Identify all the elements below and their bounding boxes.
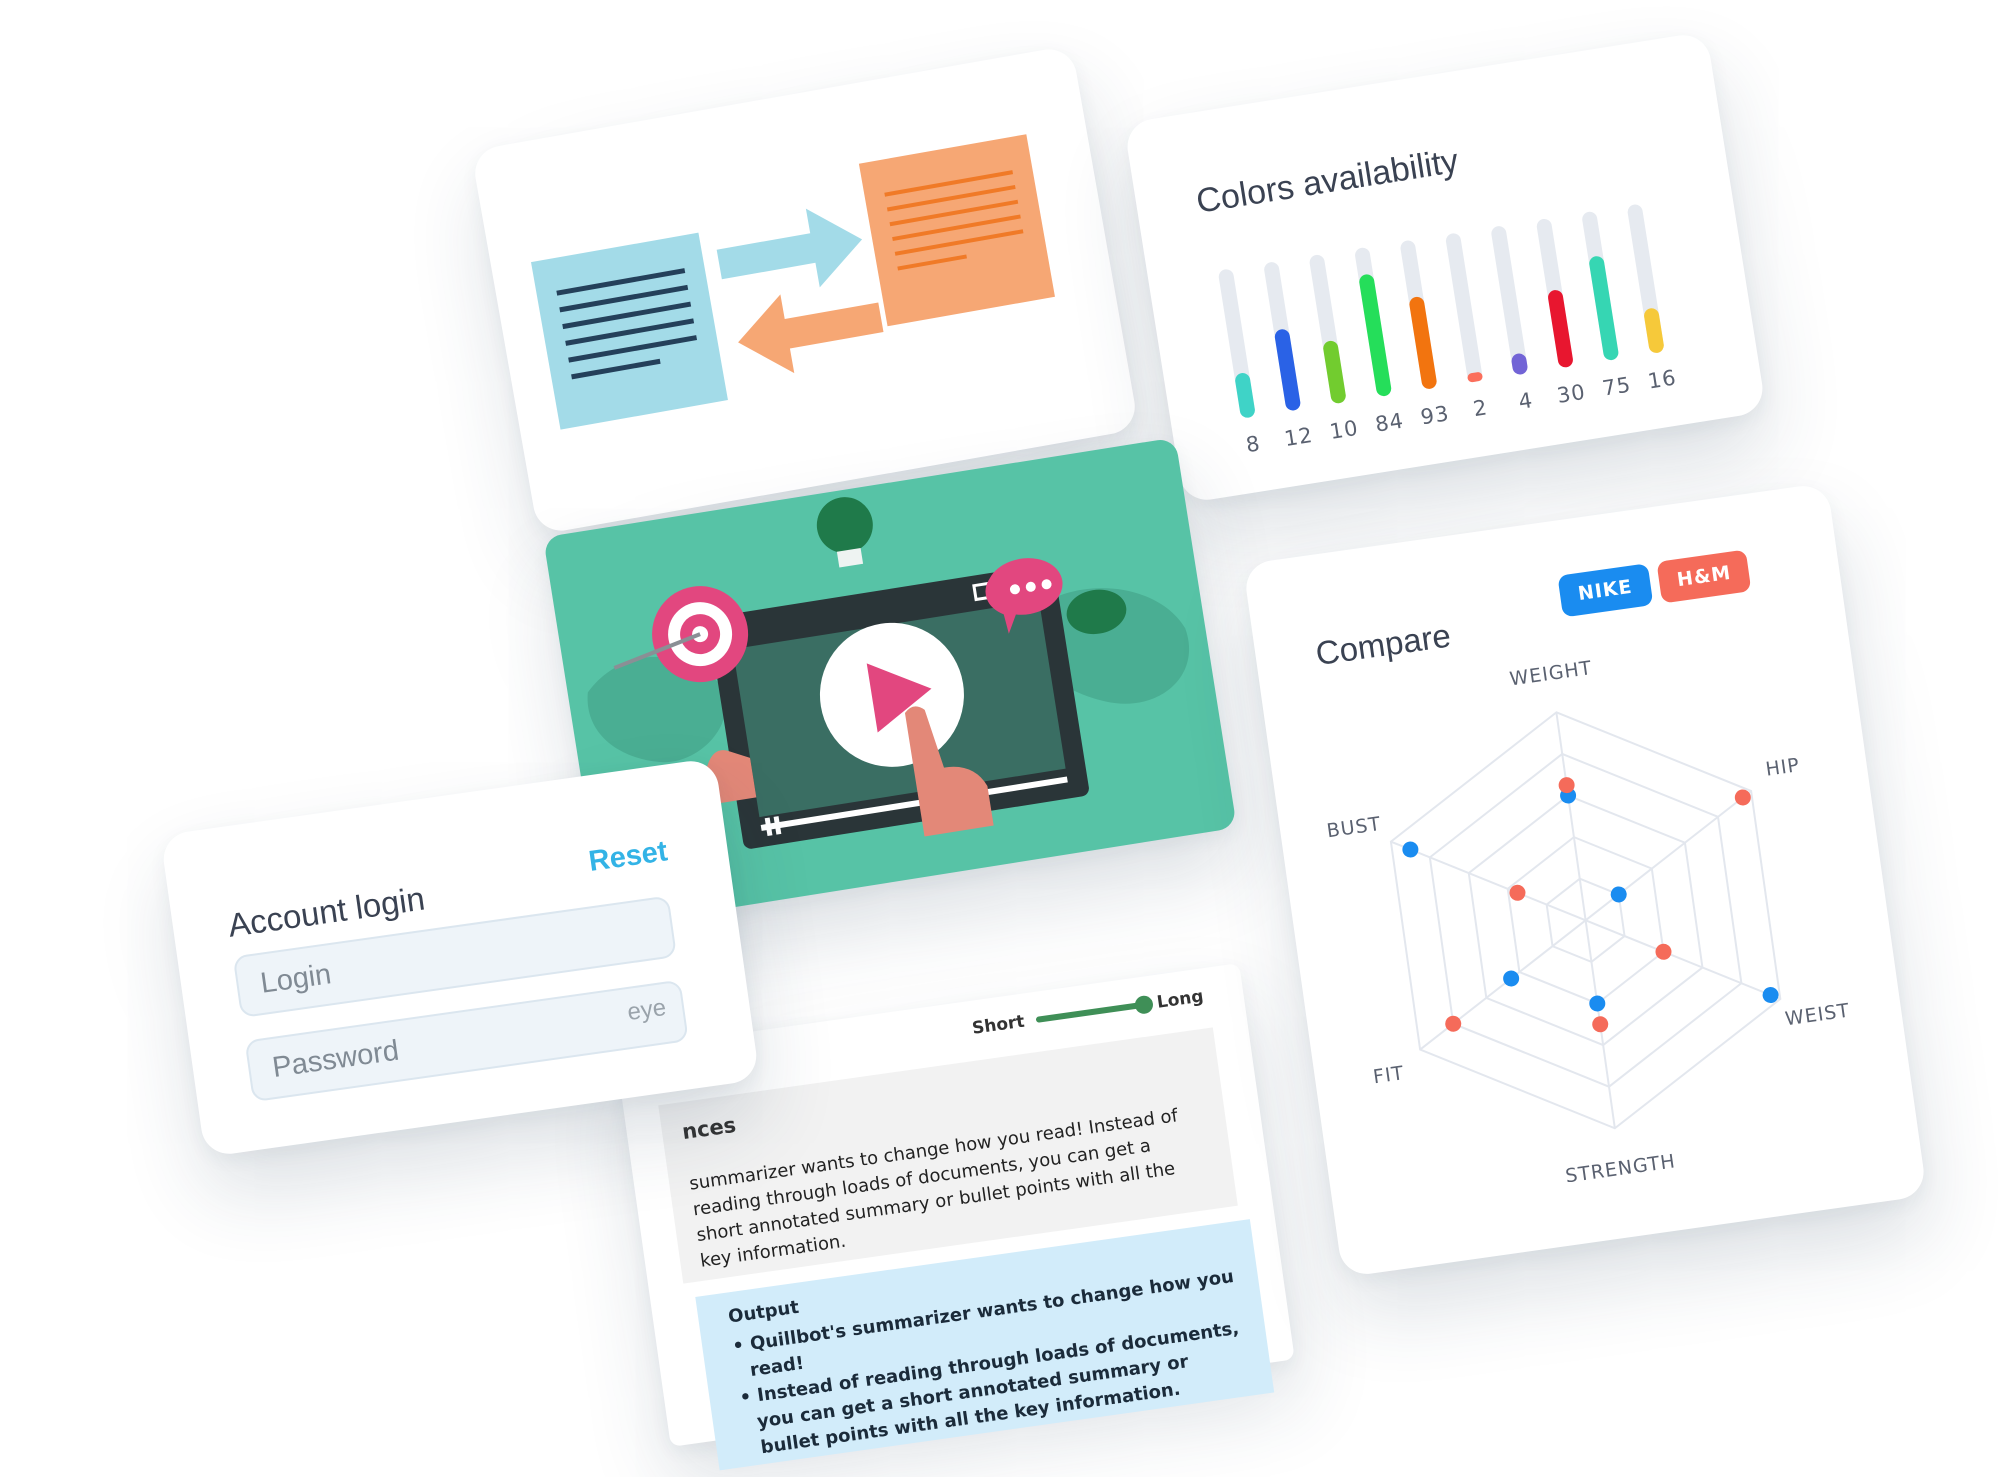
color-bar-fill [1273,327,1302,412]
password-placeholder: Password [270,1034,401,1084]
color-bar-value: 75 [1600,372,1633,401]
radar-data-point [1589,995,1606,1012]
login-placeholder: Login [258,957,334,1000]
color-bar-fill [1466,371,1484,383]
color-bar-fill [1546,288,1575,369]
color-bar-fill [1322,339,1347,405]
radar-axis-line [1555,712,1587,921]
color-bar-value: 8 [1244,431,1263,458]
radar-data-point [1402,841,1419,858]
length-long-label: Long [1155,986,1205,1013]
color-bar-track [1626,203,1665,354]
color-bar-track [1444,232,1484,383]
colors-title: Colors availability [1193,141,1461,221]
output-label: Output [726,1296,801,1328]
summary-length-slider[interactable] [1035,994,1155,1023]
color-bar-value: 30 [1555,379,1588,408]
sentences-label: nces [680,1112,738,1145]
radar-axis-label: HIP [1764,754,1801,781]
color-bar-fill [1358,273,1393,398]
color-bar-track [1535,217,1575,369]
radar-axis-label: WEIGHT [1508,657,1593,690]
color-bar-value: 93 [1418,401,1452,430]
length-short-label: Short [970,1011,1026,1039]
colors-availability-card: Colors availability 8 12 10 84 93 2 4 30 75 16 [1123,31,1767,504]
radar-axis-label: FIT [1372,1062,1406,1088]
radar-data-point [1610,886,1627,903]
radar-data-point [1445,1015,1462,1032]
radar-axis-label: WEIST [1784,1000,1851,1031]
radar-chart: WEIGHT HIP WEIST STRENGTH FIT BUST [1325,657,1851,1187]
color-bar-value: 12 [1282,422,1315,452]
color-bar-value: 84 [1373,408,1406,437]
compare-radar-card: Compare NIKE H&M WEIGHT HIP WEIST STRENGTH F… [1242,482,1928,1278]
color-bar-fill [1408,295,1438,390]
output-bullet-list: • Quillbot's summarizer wants to change … [731,1263,1254,1463]
radar-axis-line [1419,919,1587,1051]
summary-length-control: Short Long [971,986,1205,1038]
color-bar-fill [1234,371,1256,419]
target-document [858,134,1055,327]
color-bar-track [1581,210,1620,362]
color-bar-fill [1510,352,1529,376]
radar-axis-line [1584,790,1752,922]
color-bar-value: 2 [1471,395,1490,422]
color-bar-value: 16 [1646,365,1679,394]
arrow-right-icon [716,208,863,288]
radar-data-point [1503,970,1520,987]
radar-data-point [1592,1016,1609,1033]
eye-icon[interactable]: eye [626,994,668,1027]
color-bar-track [1217,268,1256,419]
color-bar-fill [1643,307,1665,354]
color-bar-value: 10 [1328,415,1361,444]
color-bar-track [1353,246,1393,398]
color-bar-fill [1588,255,1620,362]
radar-axis-line [1390,840,1586,922]
radar-data-point [1655,943,1672,960]
color-bar-track [1490,225,1529,376]
summary-length-knob[interactable] [1134,994,1155,1015]
color-bar-track [1263,261,1302,412]
radar-axis-line [1585,919,1781,1000]
lightbulb-icon [816,497,873,554]
radar-axis-label: STRENGTH [1564,1150,1677,1187]
reset-link[interactable]: Reset [587,835,670,879]
arrow-left-icon [738,294,884,374]
radar-axis-label: BUST [1325,813,1382,842]
color-bar-track [1308,253,1347,405]
colors-bar-chart: 8 12 10 84 93 2 4 30 75 16 [1206,187,1705,457]
color-bar-track [1399,239,1438,390]
color-bar-value: 4 [1516,388,1535,414]
